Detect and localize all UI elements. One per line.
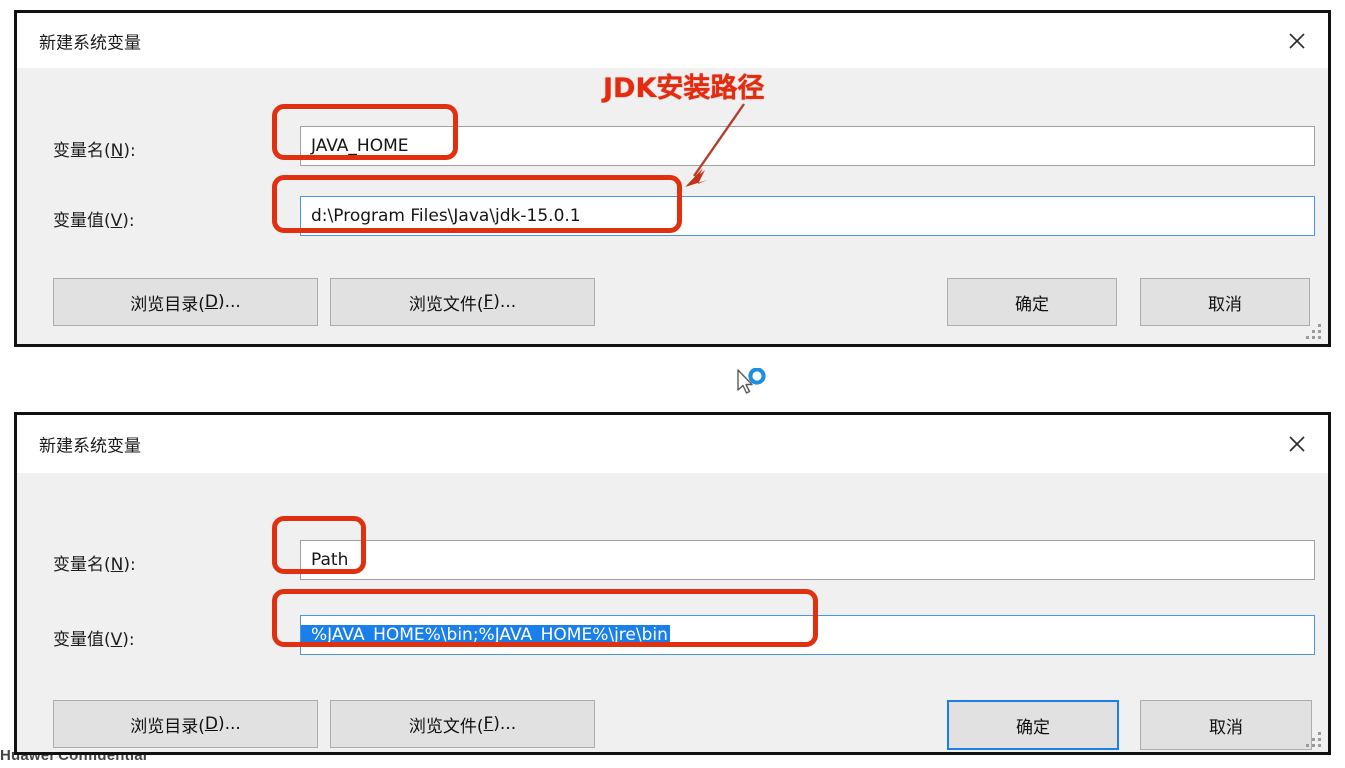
browse-file-button-2[interactable]: 浏览文件(F)... [330, 700, 595, 748]
variable-name-value-1: JAVA_HOME [311, 136, 409, 156]
dialog-1-titlebar: 新建系统变量 [17, 13, 1328, 68]
screenshot-root: Huawei Confidential 新建系统变量 变量名(N): JAVA_… [0, 0, 1345, 768]
resize-grip-1[interactable] [1306, 324, 1322, 340]
cursor-busy-icon [735, 367, 769, 403]
new-system-variable-dialog-1: 新建系统变量 变量名(N): JAVA_HOME 变量值(V): d:\Prog… [14, 10, 1331, 347]
close-icon[interactable] [1266, 13, 1328, 68]
ok-button-1[interactable]: 确定 [947, 278, 1117, 326]
browse-directory-button-1[interactable]: 浏览目录(D)... [53, 278, 318, 326]
variable-name-label: 变量名(N): [53, 555, 136, 575]
variable-name-label: 变量名(N): [53, 141, 136, 161]
variable-name-input-2[interactable]: Path [300, 540, 1315, 580]
variable-name-value-2: Path [311, 550, 349, 570]
dialog-2-title: 新建系统变量 [39, 436, 141, 457]
dialog-1-body: 变量名(N): JAVA_HOME 变量值(V): d:\Program Fil… [17, 68, 1328, 344]
dialog-2-body: 变量名(N): Path 变量值(V): %JAVA_HOME%\bin;%JA… [17, 473, 1328, 752]
resize-grip-2[interactable] [1306, 732, 1322, 748]
variable-value-value-2: %JAVA_HOME%\bin;%JAVA_HOME%\jre\bin [301, 625, 670, 645]
browse-directory-button-2[interactable]: 浏览目录(D)... [53, 700, 318, 748]
close-icon[interactable] [1266, 415, 1328, 473]
variable-value-value-1: d:\Program Files\Java\jdk-15.0.1 [311, 206, 581, 226]
variable-name-input-1[interactable]: JAVA_HOME [300, 126, 1315, 166]
cancel-button-2[interactable]: 取消 [1140, 700, 1312, 750]
dialog-2-titlebar: 新建系统变量 [17, 415, 1328, 473]
ok-button-2[interactable]: 确定 [947, 700, 1119, 750]
variable-value-label: 变量值(V): [53, 211, 135, 231]
variable-value-label: 变量值(V): [53, 630, 135, 650]
cancel-button-1[interactable]: 取消 [1140, 278, 1310, 326]
dialog-1-title: 新建系统变量 [39, 33, 141, 53]
browse-file-button-1[interactable]: 浏览文件(F)... [330, 278, 595, 326]
variable-value-input-1[interactable]: d:\Program Files\Java\jdk-15.0.1 [300, 196, 1315, 236]
annotation-callout-text: JDK安装路径 [603, 73, 765, 104]
variable-value-input-2[interactable]: %JAVA_HOME%\bin;%JAVA_HOME%\jre\bin [300, 615, 1315, 655]
new-system-variable-dialog-2: 新建系统变量 变量名(N): Path 变量值(V): %JAVA_HOME%\… [14, 412, 1331, 755]
